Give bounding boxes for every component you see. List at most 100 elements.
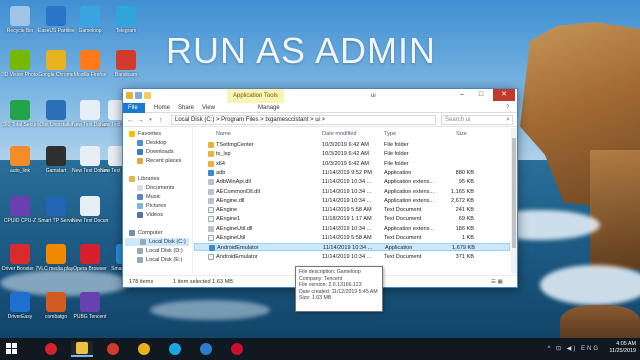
file-row[interactable]: AEngine 11/14/2019 5:58 AM Text Document 24… (194, 206, 510, 214)
file-row[interactable]: AEngineUtil.dll 11/14/2019 10:34 ... Appli… (194, 225, 510, 233)
app-icon (46, 244, 66, 264)
new-folder-icon[interactable] (144, 92, 151, 99)
windows-start-icon[interactable] (6, 343, 18, 355)
tab-view[interactable]: View (197, 103, 220, 113)
desktop-icon-5[interactable]: Google Chrome (38, 50, 74, 78)
file-type: File folder (384, 151, 409, 158)
maximize-button[interactable]: □ (472, 89, 490, 101)
taskbar-recorder-icon[interactable] (226, 341, 248, 357)
star-icon (129, 131, 135, 137)
desktop-icon-0[interactable]: Recycle Bin (2, 6, 38, 34)
tab-file[interactable]: File (123, 103, 145, 113)
scroll-thumb[interactable] (512, 138, 516, 248)
details-view-icon[interactable]: ☰ ▦ (491, 279, 503, 285)
desktop-icon-24[interactable]: combatgo (38, 292, 74, 320)
nav-libraries[interactable]: Libraries (129, 175, 159, 183)
desktop-icon-12[interactable]: auto_link (2, 146, 38, 174)
help-icon[interactable]: ? (501, 103, 514, 113)
file-row[interactable]: tx_lsp 10/3/2019 6:42 AM File folder (194, 150, 510, 158)
taskbar-opera-icon[interactable] (40, 341, 62, 357)
desktop-icon-16[interactable]: CPUID CPU-Z (2, 196, 38, 224)
taskbar-gameloop-icon[interactable] (164, 341, 186, 357)
desktop-icon-6[interactable]: Mozilla Firefox (72, 50, 108, 78)
desktop-icon-label: 3D Vision Photo Viewer (2, 72, 38, 78)
file-row[interactable]: adb 11/14/2019 9:52 PM Application 880 KB (194, 169, 510, 177)
search-input[interactable]: Search ui ⌕ (441, 115, 513, 125)
file-row[interactable]: AndroidEmulator 11/14/2019 10:34 ... Text … (194, 253, 510, 261)
back-arrow-icon[interactable]: ← (126, 116, 135, 125)
nav-downloads[interactable]: Downloads (137, 148, 174, 156)
taskbar-explorer-icon[interactable] (71, 341, 93, 357)
desktop-icon-2[interactable]: Gameloop (72, 6, 108, 34)
recent-dropdown-icon[interactable]: ▾ (146, 116, 155, 125)
desktop-icon-23[interactable]: DriverEasy (2, 292, 38, 320)
clock[interactable]: 4:05 AM 11/25/2019 (609, 341, 636, 355)
desktop-icon-1[interactable]: EaseUS Partition ... (38, 6, 74, 34)
nav-music[interactable]: Music (137, 193, 161, 201)
system-tray-icons[interactable]: ^ ⊡ ◀) ENG (548, 345, 600, 352)
file-list: Name Date modified Type Size TSettingCen… (194, 128, 517, 274)
properties-icon[interactable] (135, 92, 142, 99)
minimize-button[interactable]: – (453, 89, 471, 101)
file-row[interactable]: x64 10/3/2019 6:42 AM File folder (194, 160, 510, 168)
nav-local-e[interactable]: Local Disk (E:) (137, 256, 182, 264)
nav-recent[interactable]: Recent places (137, 157, 181, 165)
file-row[interactable]: AEngineUtil 11/14/2019 5:58 AM Text Docume… (194, 234, 510, 242)
path-breadcrumb[interactable]: Local Disk (C:) > Program Files > txgame… (171, 115, 436, 125)
drive-icon (137, 257, 143, 263)
column-type[interactable]: Type (384, 131, 396, 139)
tab-share[interactable]: Share (173, 103, 199, 113)
file-row[interactable]: AECommonDll.dll 11/14/2019 10:34 ... Appli… (194, 188, 510, 196)
file-name: x64 (216, 160, 226, 167)
file-size: 1,165 KB (450, 188, 474, 195)
nav-favorites[interactable]: Favorites (129, 130, 161, 138)
file-type: Application extens... (384, 179, 435, 186)
opera-glyph (45, 343, 57, 355)
quick-access-toolbar[interactable] (126, 92, 151, 99)
file-type: File folder (384, 142, 409, 148)
desktop-icon-3[interactable]: Telegram (108, 6, 144, 34)
desktop-icon-label: EaseUS Partition ... (38, 28, 74, 34)
forward-arrow-icon[interactable]: → (136, 116, 145, 125)
file-row[interactable]: TSettingCenter 10/3/2019 6:42 AM File fold… (194, 141, 510, 149)
desktop-icon-21[interactable]: Opera Browser (72, 244, 108, 272)
nav-desktop[interactable]: Desktop (137, 139, 167, 147)
desktop-icon-13[interactable]: Gamstart (38, 146, 74, 174)
nav-documents[interactable]: Documents (137, 184, 174, 192)
desktop-icon-17[interactable]: Smart TP Server (38, 196, 74, 224)
taskbar-edge-icon[interactable] (195, 341, 217, 357)
nav-pictures[interactable]: Pictures (137, 202, 166, 210)
file-row[interactable]: AEngine.dll 11/14/2019 10:34 ... Applicati… (194, 197, 510, 205)
column-name[interactable]: Name (216, 131, 231, 139)
desktop-icon-8[interactable]: 360 Total Security (2, 100, 38, 128)
nav-local-c[interactable]: Local Disk (C:) (125, 238, 189, 246)
desktop-icon-20[interactable]: VLC media player (38, 244, 74, 272)
explorer-window[interactable]: Application Tools ui – □ ✕ File Home Sha… (122, 88, 518, 288)
desktop-icon-7[interactable]: Bandicam (108, 50, 144, 78)
desktop-icon-18[interactable]: New Text Docume... (72, 196, 108, 224)
taskbar-chrome-icon[interactable] (133, 341, 155, 357)
folder-icon[interactable] (126, 92, 133, 99)
desktop-icon-4[interactable]: 3D Vision Photo Viewer (2, 50, 38, 78)
vertical-scrollbar[interactable] (511, 128, 517, 274)
file-date: 11/14/2019 10:34 ... (322, 197, 372, 204)
desktop-icon-25[interactable]: PUBG Tencent (72, 292, 108, 320)
tab-home[interactable]: Home (149, 103, 175, 113)
nav-computer[interactable]: Computer (129, 229, 163, 237)
title-bar[interactable]: Application Tools ui – □ ✕ (123, 89, 517, 103)
tab-manage[interactable]: Manage (253, 103, 285, 113)
desktop-icon-9[interactable]: iObit Uninstaller (38, 100, 74, 128)
nav-videos[interactable]: Videos (137, 211, 163, 219)
file-row[interactable]: AdbWinApi.dll 11/14/2019 10:34 ... Applica… (194, 178, 510, 186)
file-row[interactable]: AndroidEmulator 11/14/2019 10:34 ... Appli… (194, 243, 510, 252)
close-button[interactable]: ✕ (493, 89, 515, 101)
column-date-modified[interactable]: Date modified (322, 131, 357, 139)
up-arrow-icon[interactable]: ↑ (156, 116, 165, 125)
file-row[interactable]: AEngine1 11/18/2019 1:17 AM Text Document 6… (194, 215, 510, 223)
desktop-icon-19[interactable]: Driver Booster 7 (2, 244, 38, 272)
application-tools-tab[interactable]: Application Tools (227, 89, 284, 103)
txt-icon (208, 207, 214, 214)
nav-local-d[interactable]: Local Disk (D:) (137, 247, 183, 255)
column-size[interactable]: Size (456, 131, 467, 139)
taskbar-bandicam-icon[interactable] (102, 341, 124, 357)
